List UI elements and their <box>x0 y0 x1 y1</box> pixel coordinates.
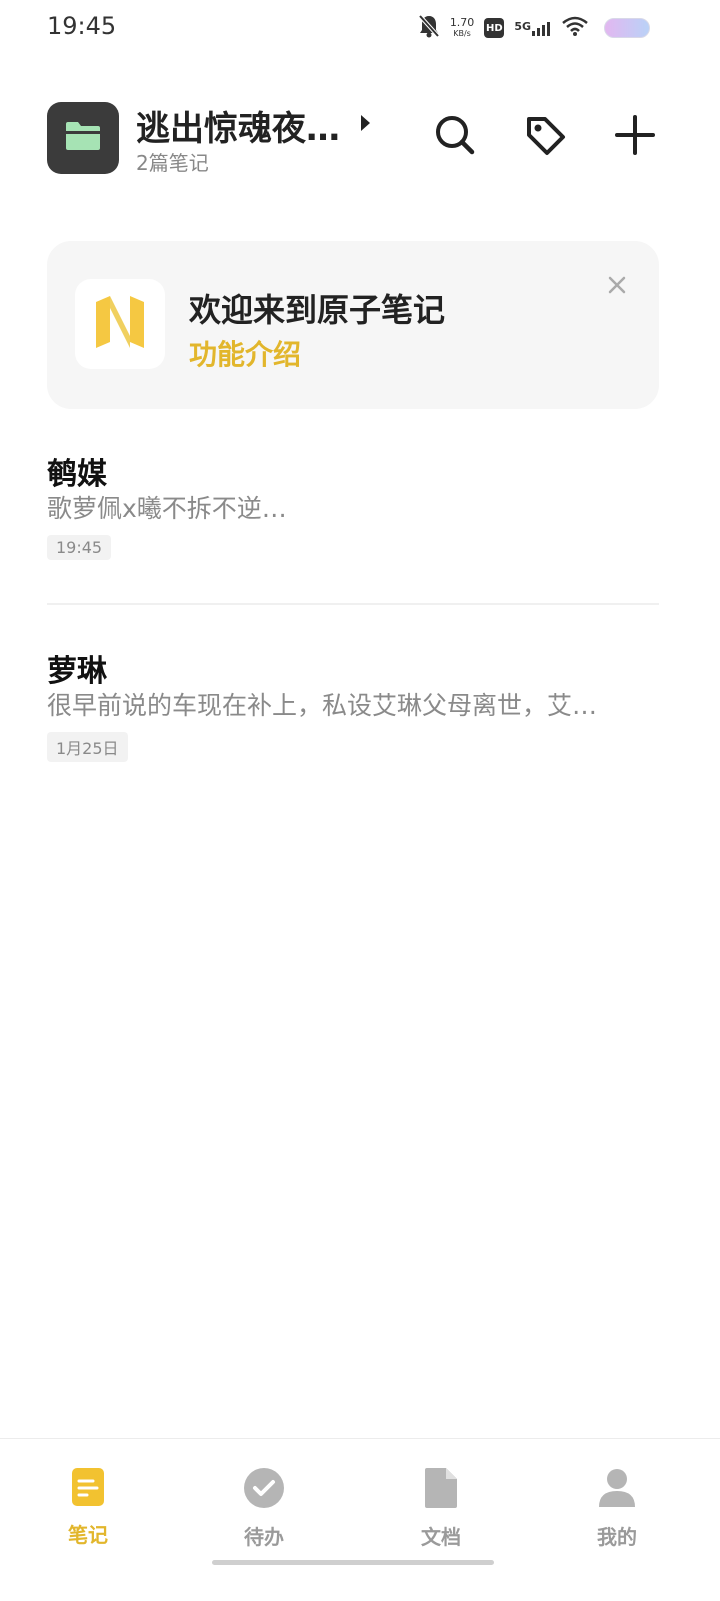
note-title: 鹌媒 <box>47 457 107 492</box>
note-preview: 很早前说的车现在补上，私设艾琳父母离世，艾… <box>47 691 598 720</box>
battery-icon <box>604 18 650 42</box>
home-indicator[interactable] <box>212 1560 494 1565</box>
wifi-icon <box>562 16 588 40</box>
list-item[interactable]: 萝琳 很早前说的车现在补上，私设艾琳父母离世，艾… 1月25日 <box>47 646 659 776</box>
feature-intro-link[interactable]: 功能介绍 <box>189 333 301 373</box>
document-icon <box>419 1467 463 1509</box>
nav-tab-label: 我的 <box>597 1525 637 1549</box>
note-preview: 歌萝佩x曦不拆不逆… <box>47 494 287 523</box>
note-count: 2篇笔记 <box>136 151 209 175</box>
nav-tab-label: 笔记 <box>68 1523 108 1547</box>
network-label: 5G <box>514 20 531 33</box>
tag-button[interactable] <box>521 113 569 161</box>
status-time: 19:45 <box>47 12 117 40</box>
welcome-card[interactable]: 欢迎来到原子笔记 功能介绍 <box>47 241 659 409</box>
note-title: 萝琳 <box>47 654 107 689</box>
close-button[interactable] <box>603 273 631 301</box>
person-icon <box>595 1467 639 1509</box>
nav-tab-notes[interactable]: 笔记 <box>28 1467 148 1547</box>
hd-icon: HD <box>484 18 505 38</box>
folder-icon <box>64 120 102 156</box>
app-logo-icon <box>92 292 148 356</box>
plus-icon <box>615 115 655 159</box>
list-item[interactable]: 鹌媒 歌萝佩x曦不拆不逆… 19:45 <box>47 449 659 579</box>
folder-tile[interactable] <box>47 102 119 174</box>
nav-tab-me[interactable]: 我的 <box>557 1467 677 1549</box>
app-logo <box>75 279 165 369</box>
check-circle-icon <box>242 1467 286 1509</box>
caret-right-icon[interactable] <box>358 113 372 137</box>
welcome-title: 欢迎来到原子笔记 <box>189 291 446 329</box>
signal-5g-icon: 5G <box>514 20 552 36</box>
nav-tab-docs[interactable]: 文档 <box>381 1467 501 1549</box>
tag-icon <box>523 113 567 161</box>
note-date: 19:45 <box>47 535 112 560</box>
close-icon <box>608 276 626 298</box>
note-date: 1月25日 <box>47 732 128 762</box>
folder-title[interactable]: 逃出惊魂夜… <box>136 101 340 150</box>
bottom-nav: 笔记 待办 文档 我的 <box>0 1438 720 1601</box>
net-speed-value: 1.70 <box>449 16 475 29</box>
search-icon <box>434 114 476 160</box>
status-icons: 1.70 KB/s HD 5G <box>418 14 588 42</box>
nav-tab-todo[interactable]: 待办 <box>204 1467 324 1549</box>
net-speed-unit: KB/s <box>453 29 471 38</box>
bell-off-icon <box>418 14 440 42</box>
note-icon <box>66 1467 110 1507</box>
net-speed: 1.70 KB/s <box>450 17 475 39</box>
nav-tab-label: 待办 <box>244 1525 284 1549</box>
status-bar: 19:45 1.70 KB/s HD 5G <box>0 0 720 56</box>
search-button[interactable] <box>431 113 479 161</box>
add-note-button[interactable] <box>611 113 659 161</box>
nav-tab-label: 文档 <box>421 1525 461 1549</box>
divider <box>47 603 659 605</box>
